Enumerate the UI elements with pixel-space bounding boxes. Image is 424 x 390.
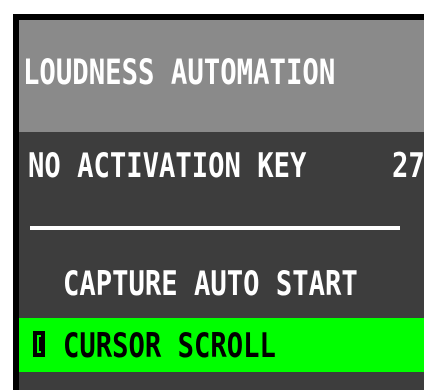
panel-header: LOUDNESS AUTOMATION xyxy=(19,20,424,132)
activation-key-status: NO ACTIVATION KEY xyxy=(28,146,307,186)
menu-item-label: CURSOR SCROLL xyxy=(63,326,276,366)
screen: LOUDNESS AUTOMATION NO ACTIVATION KEY 27… xyxy=(0,0,424,390)
menu-item-cursor-scroll[interactable]: CURSOR SCROLL xyxy=(19,318,424,372)
page-title: LOUDNESS AUTOMATION xyxy=(23,53,336,93)
menu-item-capture-auto-start[interactable]: CAPTURE AUTO START xyxy=(63,264,358,304)
activation-key-count: 27 xyxy=(392,146,424,186)
divider xyxy=(30,226,400,230)
selection-marker-icon xyxy=(33,331,45,357)
